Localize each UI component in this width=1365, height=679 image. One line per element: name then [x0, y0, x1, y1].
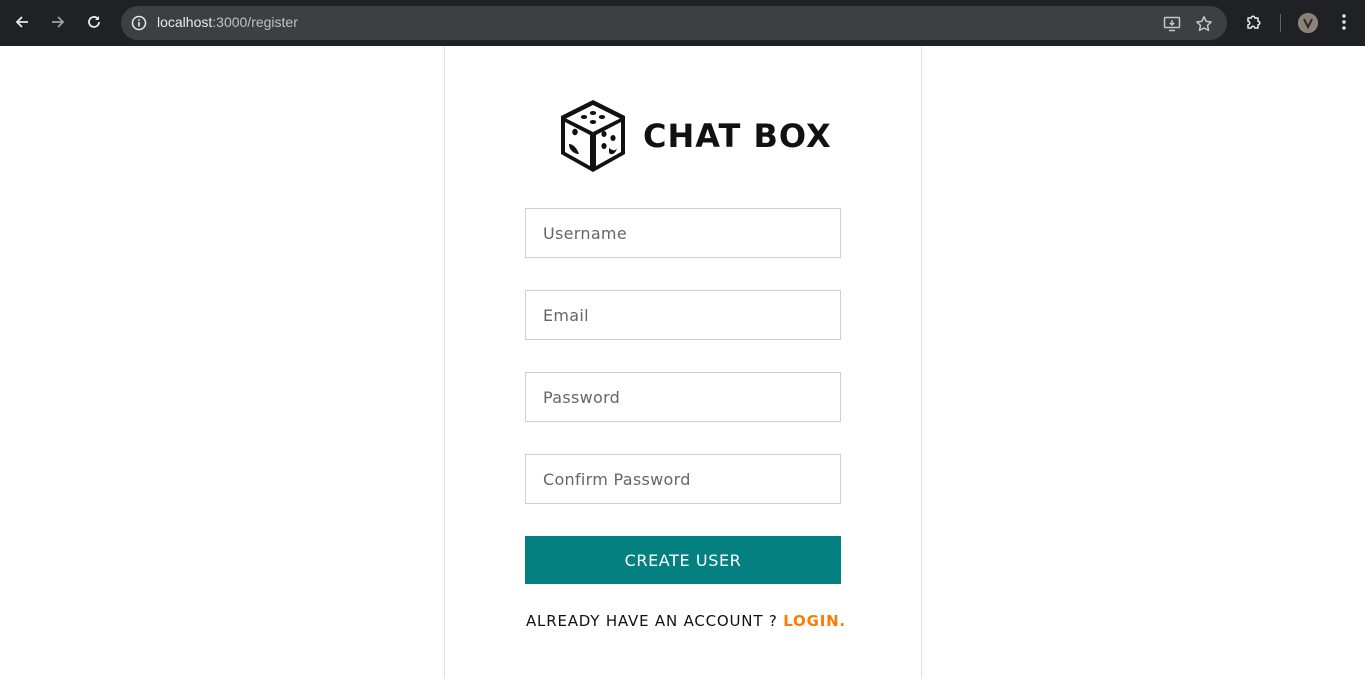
create-user-button[interactable]: CREATE USER — [525, 536, 841, 584]
login-prompt: ALREADY HAVE AN ACCOUNT ? LOGIN. — [526, 612, 846, 630]
url-text[interactable]: localhost:3000/register — [157, 14, 298, 30]
page-content: CHAT BOX CREATE USER ALREADY HAVE AN ACC… — [0, 46, 1365, 679]
reload-icon[interactable] — [79, 7, 109, 37]
url-host: localhost — [157, 14, 213, 30]
brand-title: CHAT BOX — [643, 117, 832, 155]
login-prompt-text: ALREADY HAVE AN ACCOUNT ? — [526, 612, 784, 630]
username-input[interactable] — [525, 208, 841, 258]
puzzle-icon[interactable] — [1243, 11, 1265, 33]
password-input[interactable] — [525, 372, 841, 422]
toolbar-divider — [1280, 14, 1281, 32]
url-path: :3000/register — [212, 14, 298, 30]
back-arrow-icon[interactable] — [7, 7, 37, 37]
address-bar[interactable]: localhost:3000/register — [121, 6, 1227, 40]
confirm-password-input[interactable] — [525, 454, 841, 504]
kebab-menu-icon[interactable] — [1333, 11, 1355, 33]
info-icon[interactable] — [129, 13, 149, 33]
email-input[interactable] — [525, 290, 841, 340]
forward-arrow-icon[interactable] — [43, 7, 73, 37]
install-app-icon[interactable] — [1161, 13, 1183, 35]
login-link[interactable]: LOGIN. — [783, 612, 846, 630]
browser-toolbar: localhost:3000/register — [0, 0, 1365, 46]
profile-avatar[interactable] — [1298, 13, 1318, 33]
star-icon[interactable] — [1193, 13, 1215, 35]
register-card: CHAT BOX CREATE USER ALREADY HAVE AN ACC… — [444, 46, 922, 679]
brand: CHAT BOX — [557, 96, 832, 176]
dice-logo-icon — [561, 100, 625, 172]
